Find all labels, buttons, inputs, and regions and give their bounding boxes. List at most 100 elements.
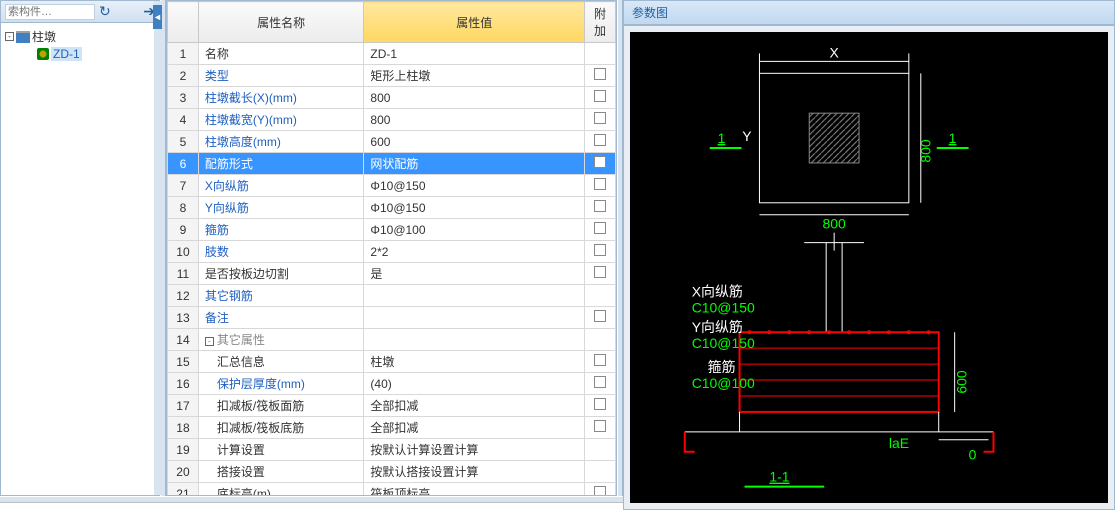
table-row[interactable]: 4柱墩截宽(Y)(mm)800 bbox=[168, 109, 616, 131]
prop-name[interactable]: 保护层厚度(mm) bbox=[198, 373, 364, 395]
checkbox-icon[interactable] bbox=[594, 486, 606, 495]
table-row[interactable]: 2类型矩形上柱墩 bbox=[168, 65, 616, 87]
table-row[interactable]: 14-其它属性 bbox=[168, 329, 616, 351]
panel-collapse-toggle[interactable]: ◄ bbox=[153, 5, 162, 29]
property-table-scroll[interactable]: 属性名称 属性值 附加 1名称ZD-12类型矩形上柱墩3柱墩截长(X)(mm)8… bbox=[167, 1, 616, 495]
checkbox-icon[interactable] bbox=[594, 134, 606, 146]
prop-add[interactable] bbox=[585, 329, 616, 351]
table-row[interactable]: 8Y向纵筋Φ10@150 bbox=[168, 197, 616, 219]
collapse-icon[interactable]: - bbox=[5, 32, 14, 41]
tree-view[interactable]: - 柱墩 ZD-1 bbox=[1, 23, 159, 66]
prop-add[interactable] bbox=[585, 373, 616, 395]
prop-add[interactable] bbox=[585, 439, 616, 461]
cad-canvas[interactable]: X Y 800 800 1 1 bbox=[630, 32, 1108, 503]
prop-name[interactable]: 类型 bbox=[198, 65, 364, 87]
prop-name[interactable]: 搭接设置 bbox=[198, 461, 364, 483]
refresh-icon[interactable]: ↻ bbox=[99, 3, 111, 20]
prop-value[interactable]: 筏板顶标高 bbox=[364, 483, 585, 496]
prop-value[interactable]: 是 bbox=[364, 263, 585, 285]
checkbox-icon[interactable] bbox=[594, 398, 606, 410]
col-value[interactable]: 属性值 bbox=[364, 2, 585, 43]
prop-name[interactable]: 是否按板边切割 bbox=[198, 263, 364, 285]
checkbox-icon[interactable] bbox=[594, 200, 606, 212]
prop-add[interactable] bbox=[585, 109, 616, 131]
table-row[interactable]: 6配筋形式网状配筋 bbox=[168, 153, 616, 175]
table-row[interactable]: 9箍筋Φ10@100 bbox=[168, 219, 616, 241]
prop-add[interactable] bbox=[585, 175, 616, 197]
table-row[interactable]: 20 搭接设置按默认搭接设置计算 bbox=[168, 461, 616, 483]
prop-add[interactable] bbox=[585, 351, 616, 373]
checkbox-icon[interactable] bbox=[594, 266, 606, 278]
prop-add[interactable] bbox=[585, 43, 616, 65]
checkbox-icon[interactable] bbox=[594, 376, 606, 388]
table-row[interactable]: 18 扣减板/筏板底筋全部扣减 bbox=[168, 417, 616, 439]
table-row[interactable]: 5柱墩高度(mm)600 bbox=[168, 131, 616, 153]
prop-value[interactable]: 矩形上柱墩 bbox=[364, 65, 585, 87]
checkbox-icon[interactable] bbox=[594, 178, 606, 190]
prop-add[interactable] bbox=[585, 461, 616, 483]
checkbox-icon[interactable] bbox=[594, 112, 606, 124]
prop-value[interactable] bbox=[364, 285, 585, 307]
prop-value[interactable] bbox=[364, 329, 585, 351]
table-row[interactable]: 19 计算设置按默认计算设置计算 bbox=[168, 439, 616, 461]
prop-add[interactable] bbox=[585, 153, 616, 175]
prop-value[interactable] bbox=[364, 307, 585, 329]
prop-name[interactable]: 计算设置 bbox=[198, 439, 364, 461]
prop-name[interactable]: 其它钢筋 bbox=[198, 285, 364, 307]
table-row[interactable]: 1名称ZD-1 bbox=[168, 43, 616, 65]
checkbox-icon[interactable] bbox=[594, 156, 606, 168]
prop-add[interactable] bbox=[585, 263, 616, 285]
prop-add[interactable] bbox=[585, 219, 616, 241]
prop-add[interactable] bbox=[585, 87, 616, 109]
prop-value[interactable]: 全部扣减 bbox=[364, 395, 585, 417]
prop-name[interactable]: 备注 bbox=[198, 307, 364, 329]
prop-value[interactable]: 全部扣减 bbox=[364, 417, 585, 439]
table-row[interactable]: 12其它钢筋 bbox=[168, 285, 616, 307]
prop-name[interactable]: 扣减板/筏板底筋 bbox=[198, 417, 364, 439]
prop-name[interactable]: 扣减板/筏板面筋 bbox=[198, 395, 364, 417]
tree-root[interactable]: - 柱墩 bbox=[5, 27, 155, 46]
prop-add[interactable] bbox=[585, 65, 616, 87]
prop-add[interactable] bbox=[585, 131, 616, 153]
table-row[interactable]: 7X向纵筋Φ10@150 bbox=[168, 175, 616, 197]
checkbox-icon[interactable] bbox=[594, 310, 606, 322]
checkbox-icon[interactable] bbox=[594, 68, 606, 80]
prop-name[interactable]: X向纵筋 bbox=[198, 175, 364, 197]
prop-name[interactable]: -其它属性 bbox=[198, 329, 364, 351]
prop-value[interactable]: 800 bbox=[364, 87, 585, 109]
table-row[interactable]: 15 汇总信息柱墩 bbox=[168, 351, 616, 373]
table-row[interactable]: 17 扣减板/筏板面筋全部扣减 bbox=[168, 395, 616, 417]
prop-value[interactable]: 按默认搭接设置计算 bbox=[364, 461, 585, 483]
table-row[interactable]: 13备注 bbox=[168, 307, 616, 329]
collapse-icon[interactable]: - bbox=[205, 337, 214, 346]
prop-name[interactable]: 底标高(m) bbox=[198, 483, 364, 496]
checkbox-icon[interactable] bbox=[594, 244, 606, 256]
prop-value[interactable]: Φ10@100 bbox=[364, 219, 585, 241]
prop-value[interactable]: 柱墩 bbox=[364, 351, 585, 373]
prop-value[interactable]: Φ10@150 bbox=[364, 175, 585, 197]
prop-add[interactable] bbox=[585, 307, 616, 329]
table-row[interactable]: 21 底标高(m)筏板顶标高 bbox=[168, 483, 616, 496]
prop-add[interactable] bbox=[585, 197, 616, 219]
prop-name[interactable]: 名称 bbox=[198, 43, 364, 65]
prop-name[interactable]: Y向纵筋 bbox=[198, 197, 364, 219]
col-name[interactable]: 属性名称 bbox=[198, 2, 364, 43]
prop-add[interactable] bbox=[585, 483, 616, 496]
table-row[interactable]: 10肢数2*2 bbox=[168, 241, 616, 263]
checkbox-icon[interactable] bbox=[594, 222, 606, 234]
tree-item-zd1[interactable]: ZD-1 bbox=[5, 46, 155, 62]
prop-value[interactable]: 2*2 bbox=[364, 241, 585, 263]
prop-name[interactable]: 配筋形式 bbox=[198, 153, 364, 175]
table-row[interactable]: 11是否按板边切割是 bbox=[168, 263, 616, 285]
checkbox-icon[interactable] bbox=[594, 420, 606, 432]
prop-add[interactable] bbox=[585, 417, 616, 439]
search-input[interactable] bbox=[5, 4, 95, 20]
property-table[interactable]: 属性名称 属性值 附加 1名称ZD-12类型矩形上柱墩3柱墩截长(X)(mm)8… bbox=[167, 1, 616, 495]
prop-name[interactable]: 柱墩截宽(Y)(mm) bbox=[198, 109, 364, 131]
col-rownum[interactable] bbox=[168, 2, 199, 43]
prop-name[interactable]: 肢数 bbox=[198, 241, 364, 263]
prop-value[interactable]: 600 bbox=[364, 131, 585, 153]
prop-name[interactable]: 柱墩截长(X)(mm) bbox=[198, 87, 364, 109]
checkbox-icon[interactable] bbox=[594, 90, 606, 102]
table-row[interactable]: 16 保护层厚度(mm)(40) bbox=[168, 373, 616, 395]
